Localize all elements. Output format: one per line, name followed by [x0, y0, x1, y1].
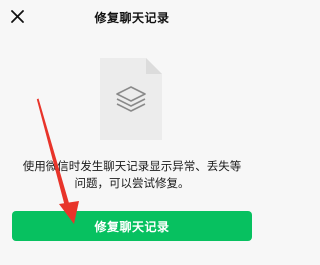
page-title: 修复聊天记录: [94, 11, 170, 25]
repair-chat-history-screen: 修复聊天记录 使用微信时发生聊天记录显示异常、丢失等 问题，可以尝试修复。 修复…: [0, 0, 264, 265]
description-line-1: 使用微信时发生聊天记录显示异常、丢失等: [22, 159, 242, 173]
navigation-bar: 修复聊天记录: [0, 0, 264, 36]
description-line-2: 问题，可以尝试修复。: [74, 176, 190, 190]
repair-chat-history-button[interactable]: 修复聊天记录: [12, 211, 252, 241]
document-illustration: [100, 58, 162, 140]
repair-description: 使用微信时发生聊天记录显示异常、丢失等 问题，可以尝试修复。: [14, 158, 250, 192]
